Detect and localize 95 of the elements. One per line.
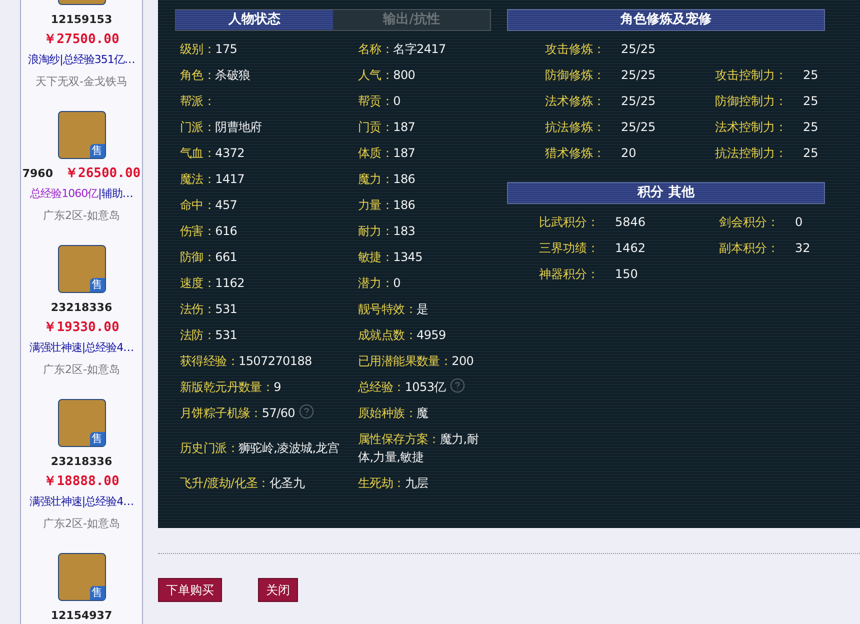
stat-text: 名称：名字2417 [358,41,446,58]
stat-text: 门派：阴曹地府 [180,119,262,136]
stat-text: 力量：186 [358,197,416,214]
listing-id: 12159153 [50,12,112,28]
section-header: 积分 其他 [507,182,825,204]
stat-value: 1462 [614,240,647,257]
stat-text: 气血：4372 [180,145,244,162]
listing-description[interactable]: 总经验1060亿 [30,186,98,202]
stat-text: 成就点数：4959 [358,327,446,344]
server-name: 天下无双-金戈铁马 [36,74,128,90]
avatar-image[interactable]: 售 [58,399,106,447]
stat-value: 25/25 [620,93,657,110]
sale-badge: 售 [90,278,104,292]
listing-id: 7960 [22,166,53,182]
tab[interactable]: 人物状态 [176,10,333,30]
stat-text: 靓号特效：是 [358,301,428,318]
action-button[interactable]: 关闭 [258,578,298,602]
action-button[interactable]: 下单购买 [158,578,222,602]
sale-badge: 售 [90,586,104,600]
stat-text: 魔法：1417 [180,171,244,188]
stat-text: 属性保存方案：魔力,耐体,力量,敏捷 [358,431,480,466]
stat-label: 防御修炼： [544,67,605,84]
stat-label: 抗法修炼： [544,119,605,136]
stat-value: 25 [802,145,820,162]
stat-value: 32 [794,240,812,257]
stat-label: 攻击修炼： [544,41,605,58]
stat-text: 门贡：187 [358,119,416,136]
listing-id: 23218336 [50,454,112,470]
stat-label: 神器积分： [538,266,599,283]
stat-text: 防御：661 [180,249,238,266]
stat-text: 潜力：0 [358,275,400,292]
stat-text: 级别：175 [180,41,238,58]
section-header: 角色修炼及宠修 [507,9,825,31]
listing-description[interactable]: |辅助… [98,186,133,202]
avatar-image[interactable]: 售 [58,553,106,601]
stat-value: 25/25 [620,41,657,58]
stat-text: 耐力：183 [358,223,416,240]
listing-price: ￥18888.00 [44,473,120,491]
stat-text: 速度：1162 [180,275,244,292]
stat-value: 20 [620,145,638,162]
sale-badge: 售 [90,144,104,158]
listing-description[interactable]: 浪淘纱|总经验351亿… [28,52,135,68]
stat-value: 150 [614,266,639,283]
stat-value: 25/25 [620,119,657,136]
stat-text: 月饼粽子机缘：57/60 [180,405,295,422]
stat-text: 命中：457 [180,197,238,214]
stat-text: 角色：杀破狼 [180,67,250,84]
stat-text: 原始种族：魔 [358,405,428,422]
stat-value: 25/25 [620,67,657,84]
stat-value: 25 [802,119,820,136]
avatar-image[interactable]: 售 [58,111,106,159]
help-icon[interactable] [299,404,314,419]
stat-text: 已用潜能果数量：200 [358,353,474,370]
stat-text: 新版乾元丹数量：9 [180,379,281,396]
stat-label: 防御控制力： [714,93,787,110]
stat-text: 人气：800 [358,67,416,84]
help-icon[interactable] [450,378,465,393]
listing-price: ￥19330.00 [44,319,120,337]
stat-text: 魔力：186 [358,171,416,188]
listing-description[interactable]: 满强壮神速|总经验4… [29,340,134,356]
stat-label: 比武积分： [538,214,599,231]
stat-text: 帮贡：0 [358,93,400,110]
stat-text: 法伤：531 [180,301,238,318]
server-name: 广东2区-如意岛 [43,362,120,378]
stat-text: 历史门派：狮驼岭,凌波城,龙宫 [180,440,340,457]
stat-text: 伤害：616 [180,223,238,240]
server-name: 广东2区-如意岛 [43,516,120,532]
stat-text: 敏捷：1345 [358,249,422,266]
stat-text: 帮派： [180,93,216,110]
stat-label: 猎术修炼： [544,145,605,162]
listing-id: 23218336 [50,300,112,316]
stat-text: 体质：187 [358,145,416,162]
stat-text: 飞升/渡劫/化圣：化圣九 [180,475,304,492]
stat-label: 副本积分： [718,240,779,257]
avatar-image[interactable]: 售 [58,245,106,293]
listing-id: 12154937 [50,608,112,624]
stat-value: 0 [794,214,804,231]
stat-value: 25 [802,93,820,110]
stat-label: 法术控制力： [714,119,787,136]
stat-label: 三界功绩： [538,240,599,257]
stat-label: 攻击控制力： [714,67,787,84]
stat-text: 法防：531 [180,327,238,344]
stat-label: 抗法控制力： [714,145,787,162]
stat-text: 总经验：1053亿 [358,379,446,396]
stat-value: 25 [802,67,820,84]
stat-value: 5846 [614,214,647,231]
listing-description[interactable]: 满强壮神速|总经验4… [29,494,134,510]
stat-text: 获得经验：1507270188 [180,353,312,370]
listing-price: ￥26500.00 [65,165,141,184]
server-name: 广东2区-如意岛 [43,208,120,224]
stat-label: 法术修炼： [544,93,605,110]
stat-label: 剑会积分： [718,214,779,231]
listing-price: ￥27500.00 [44,31,120,49]
stat-text: 生死劫：九层 [358,475,428,492]
sale-badge: 售 [90,432,104,446]
